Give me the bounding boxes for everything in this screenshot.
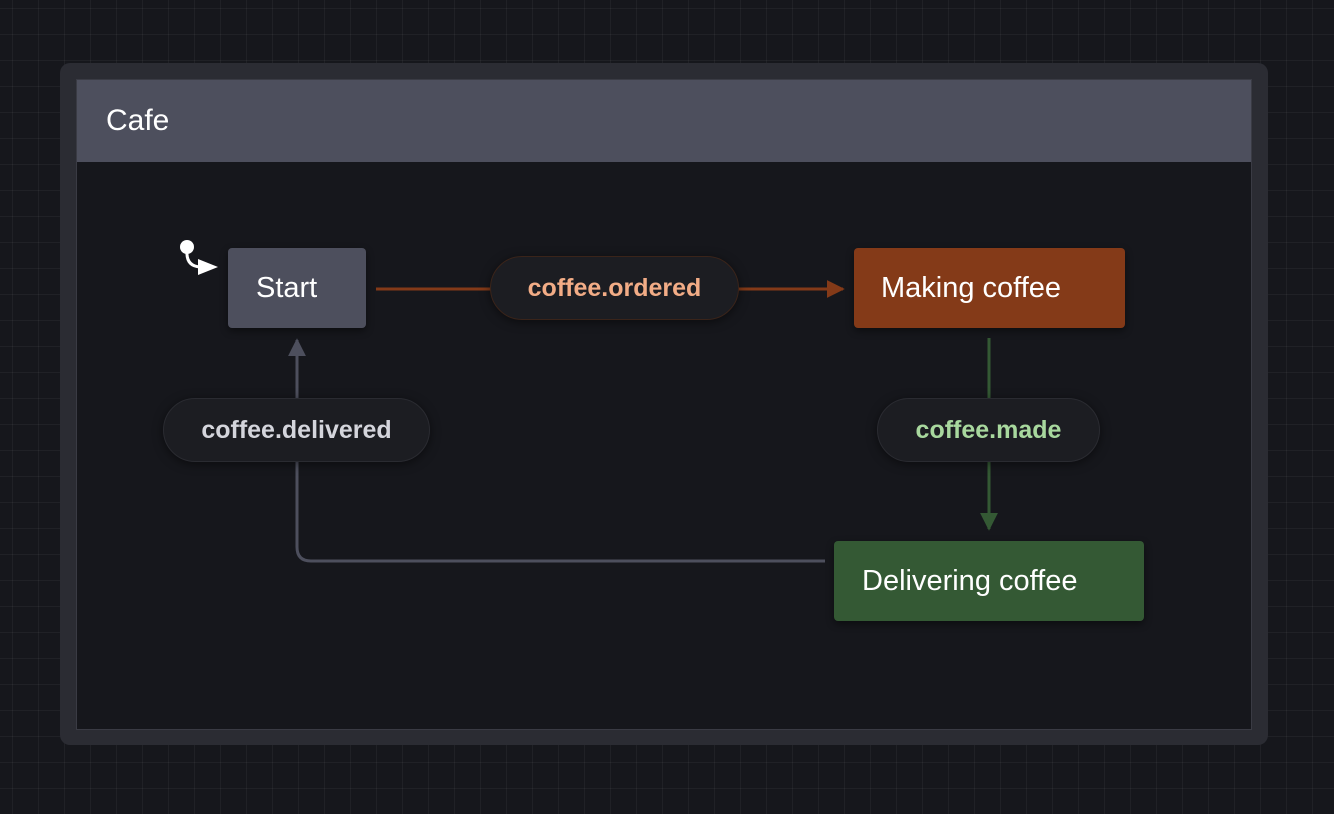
- event-coffee-ordered-label: coffee.ordered: [527, 274, 702, 302]
- event-coffee-made[interactable]: coffee.made: [877, 398, 1100, 462]
- statechart-canvas: Cafe Start Making coffee Delivering coff…: [0, 0, 1334, 814]
- state-delivering-coffee[interactable]: Delivering coffee: [834, 541, 1144, 621]
- state-delivering-coffee-label: Delivering coffee: [862, 565, 1078, 597]
- state-making-coffee-label: Making coffee: [881, 272, 1062, 304]
- initial-state-icon: [180, 240, 218, 275]
- state-start-label: Start: [256, 272, 318, 304]
- state-start[interactable]: Start: [228, 248, 366, 328]
- event-coffee-ordered[interactable]: coffee.ordered: [490, 256, 739, 320]
- state-making-coffee[interactable]: Making coffee: [854, 248, 1125, 328]
- event-coffee-delivered[interactable]: coffee.delivered: [163, 398, 430, 462]
- event-coffee-delivered-label: coffee.delivered: [201, 416, 392, 444]
- event-coffee-made-label: coffee.made: [915, 416, 1062, 444]
